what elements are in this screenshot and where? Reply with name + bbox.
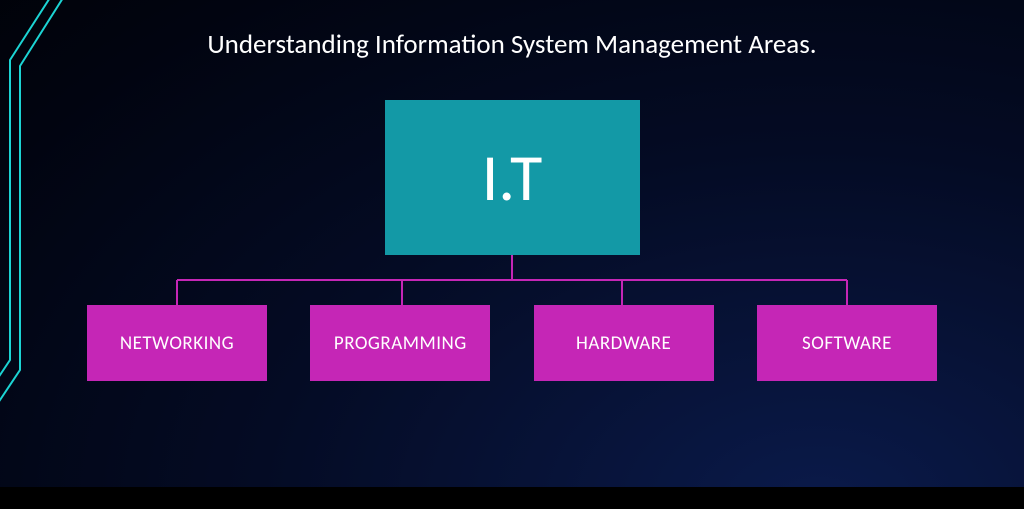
child-node-hardware: HARDWARE [534, 305, 714, 381]
root-node-label: I.T [482, 137, 543, 218]
slide-title: Understanding Information System Managem… [0, 28, 1024, 61]
child-label: PROGRAMMING [334, 332, 467, 355]
child-row: NETWORKING PROGRAMMING HARDWARE SOFTWARE [87, 305, 937, 381]
child-label: SOFTWARE [802, 332, 892, 355]
root-node: I.T [385, 100, 640, 255]
child-node-networking: NETWORKING [87, 305, 267, 381]
child-node-programming: PROGRAMMING [310, 305, 490, 381]
child-label: NETWORKING [120, 332, 234, 355]
child-label: HARDWARE [576, 332, 671, 355]
connector-lines [152, 255, 872, 305]
child-node-software: SOFTWARE [757, 305, 937, 381]
org-chart: I.T NETWORKING PROGRAMMING HARDWARE SOFT… [0, 100, 1024, 381]
bottom-bar [0, 487, 1024, 509]
